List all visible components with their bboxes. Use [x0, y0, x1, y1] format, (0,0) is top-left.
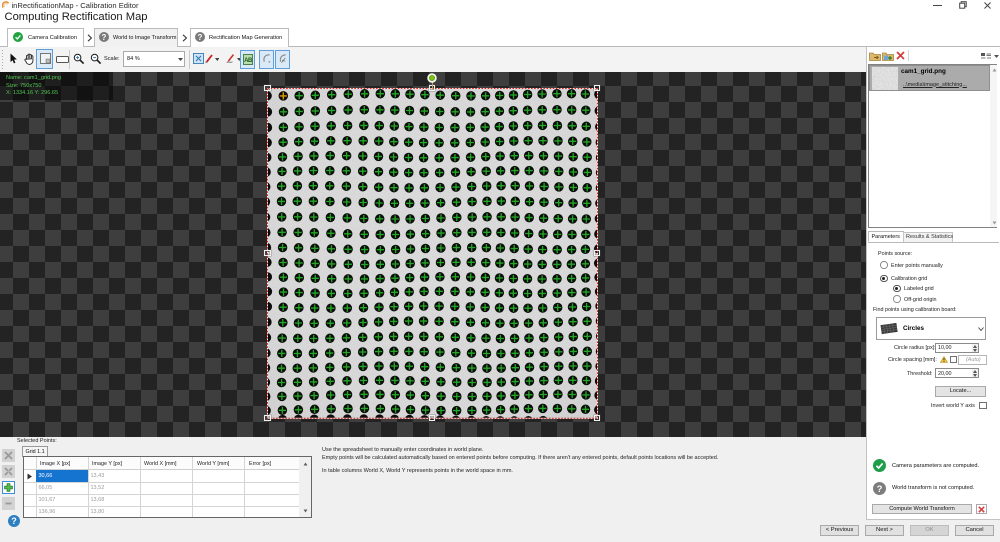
svg-text:?: ?	[11, 516, 17, 526]
svg-text:AB: AB	[244, 58, 253, 64]
svg-text:?: ?	[877, 484, 883, 495]
svg-text:?: ?	[102, 33, 107, 42]
svg-text:?: ?	[198, 33, 203, 42]
